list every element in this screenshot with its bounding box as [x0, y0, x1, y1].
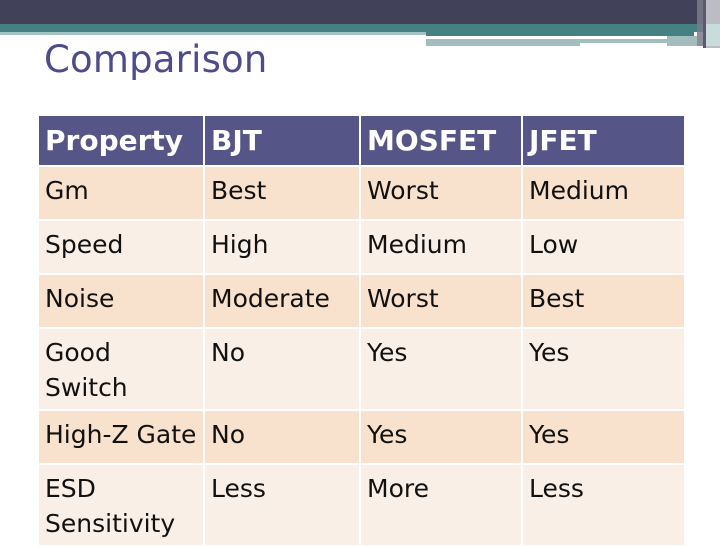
mosfet-cell: Yes — [359, 327, 523, 411]
bjt-cell: No — [203, 409, 361, 465]
table-row: Gm Best Worst Medium — [37, 165, 686, 221]
mosfet-cell: Yes — [359, 409, 523, 465]
bjt-cell: Best — [203, 165, 361, 221]
jfet-cell: Low — [521, 219, 686, 275]
column-header-bjt: BJT — [203, 114, 361, 167]
header-stripe — [426, 43, 580, 46]
table-row: Speed High Medium Low — [37, 219, 686, 275]
mosfet-cell: Worst — [359, 273, 523, 329]
column-header-mosfet: MOSFET — [359, 114, 523, 167]
jfet-cell: Medium — [521, 165, 686, 221]
header-band-dark — [0, 0, 720, 24]
table-header-row: Property BJT MOSFET JFET — [37, 114, 686, 167]
column-header-property: Property — [37, 114, 205, 167]
bjt-cell: High — [203, 219, 361, 275]
table-row: High-Z Gate No Yes Yes — [37, 409, 686, 465]
jfet-cell: Yes — [521, 409, 686, 465]
jfet-cell: Less — [521, 463, 686, 547]
property-cell: Good Switch — [37, 327, 205, 411]
header-band-teal-extension — [426, 32, 694, 36]
mosfet-cell: More — [359, 463, 523, 547]
property-cell: Gm — [37, 165, 205, 221]
property-cell: ESD Sensitivity — [37, 463, 205, 547]
mosfet-cell: Worst — [359, 165, 523, 221]
table-row: Noise Moderate Worst Best — [37, 273, 686, 329]
bjt-cell: Moderate — [203, 273, 361, 329]
header-band-light — [0, 32, 426, 35]
jfet-cell: Yes — [521, 327, 686, 411]
mosfet-cell: Medium — [359, 219, 523, 275]
property-cell: Noise — [37, 273, 205, 329]
column-header-jfet: JFET — [521, 114, 686, 167]
property-cell: Speed — [37, 219, 205, 275]
comparison-table: Property BJT MOSFET JFET Gm Best Worst M… — [37, 114, 686, 547]
table-row: Good Switch No Yes Yes — [37, 327, 686, 411]
property-cell: High-Z Gate — [37, 409, 205, 465]
header-stripe — [667, 36, 697, 46]
bjt-cell: Less — [203, 463, 361, 547]
slide-title: Comparison — [44, 38, 268, 81]
corner-accent — [706, 24, 720, 46]
header-band-teal — [0, 24, 720, 32]
jfet-cell: Best — [521, 273, 686, 329]
table-row: ESD Sensitivity Less More Less — [37, 463, 686, 547]
bjt-cell: No — [203, 327, 361, 411]
